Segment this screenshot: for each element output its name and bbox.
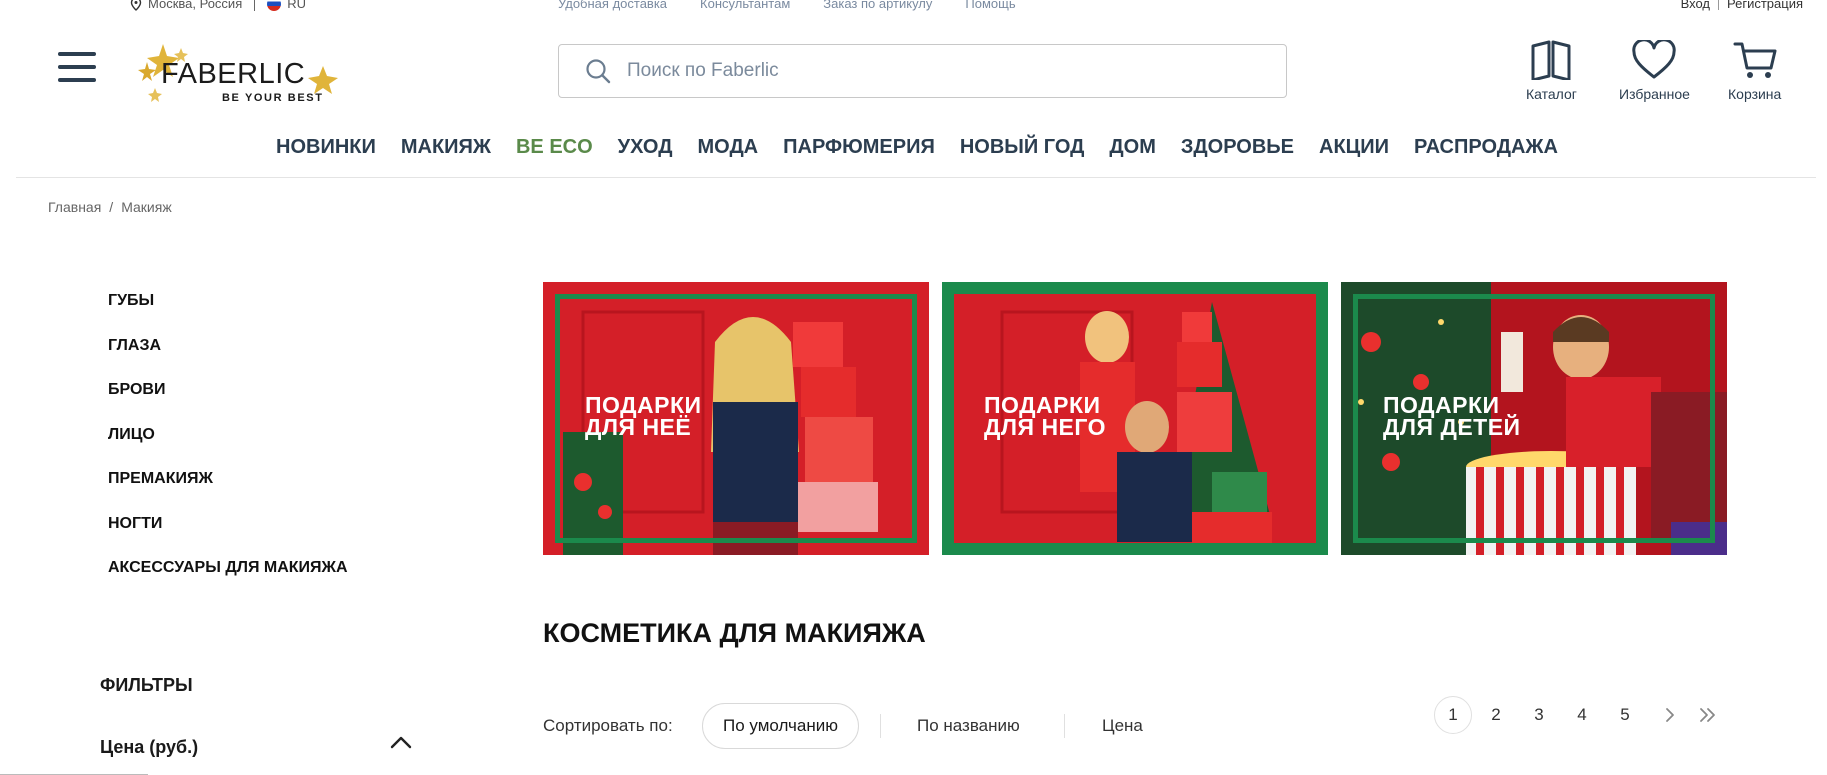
catalog-label: Каталог <box>1526 86 1577 102</box>
breadcrumb: Главная / Макияж <box>48 199 172 215</box>
nav-item-home[interactable]: ДОМ <box>1109 136 1155 159</box>
location-pin-icon <box>130 0 142 11</box>
sort-option-default[interactable]: По умолчанию <box>702 703 859 749</box>
language-label[interactable]: RU <box>287 0 306 11</box>
pagination-page-1[interactable]: 1 <box>1434 696 1472 734</box>
auth-links: Вход Регистрация <box>1681 0 1803 11</box>
catalog-button[interactable]: Каталог <box>1526 40 1577 102</box>
category-face[interactable]: ЛИЦО <box>108 426 348 471</box>
category-accessories[interactable]: АКСЕССУАРЫ ДЛЯ МАКИЯЖА <box>108 559 348 604</box>
logo-tagline: BE YOUR BEST <box>222 92 324 104</box>
favorites-button[interactable]: Избранное <box>1619 40 1690 102</box>
banner-line-1: ПОДАРКИ <box>585 392 702 418</box>
nav-item-new[interactable]: НОВИНКИ <box>276 136 376 159</box>
sort-divider <box>1064 714 1065 738</box>
banner-gifts-for-kids[interactable]: ПОДАРКИ ДЛЯ ДЕТЕЙ <box>1341 282 1727 555</box>
top-link-help[interactable]: Помощь <box>965 0 1015 11</box>
pagination-page-4[interactable]: 4 <box>1563 696 1601 734</box>
banner-text: ПОДАРКИ ДЛЯ НЕГО <box>984 392 1107 440</box>
top-link-order-by-sku[interactable]: Заказ по артикулу <box>823 0 932 11</box>
category-lips[interactable]: ГУБЫ <box>108 292 348 337</box>
favorites-label: Избранное <box>1619 86 1690 102</box>
shopping-cart-icon <box>1733 42 1777 78</box>
nav-item-care[interactable]: УХОД <box>618 136 673 159</box>
banner-line-2: ДЛЯ ДЕТЕЙ <box>1383 414 1521 440</box>
main-nav: НОВИНКИ МАКИЯЖ BE ECO УХОД МОДА ПАРФЮМЕР… <box>276 136 1583 159</box>
book-icon <box>1531 40 1571 80</box>
category-brows[interactable]: БРОВИ <box>108 381 348 426</box>
sort-option-price[interactable]: Цена <box>1102 716 1143 736</box>
banner-line-1: ПОДАРКИ <box>984 392 1101 418</box>
category-sidebar: ГУБЫ ГЛАЗА БРОВИ ЛИЦО ПРЕМАКИЯЖ НОГТИ АК… <box>108 292 348 604</box>
nav-item-perfume[interactable]: ПАРФЮМЕРИЯ <box>783 136 935 159</box>
heart-icon <box>1632 40 1677 79</box>
login-link[interactable]: Вход <box>1681 0 1710 11</box>
sort-divider <box>880 714 881 738</box>
nav-item-promotions[interactable]: АКЦИИ <box>1319 136 1389 159</box>
nav-item-health[interactable]: ЗДОРОВЬЕ <box>1181 136 1294 159</box>
logo-wordmark: FABERLIC <box>161 58 306 90</box>
page-title: КОСМЕТИКА ДЛЯ МАКИЯЖА <box>543 618 926 648</box>
nav-item-new-year[interactable]: НОВЫЙ ГОД <box>960 136 1085 159</box>
cart-button[interactable]: Корзина <box>1728 40 1781 102</box>
pagination-last[interactable] <box>1689 696 1727 734</box>
pagination-page-5[interactable]: 5 <box>1606 696 1644 734</box>
register-link[interactable]: Регистрация <box>1727 0 1803 11</box>
nav-item-makeup[interactable]: МАКИЯЖ <box>401 136 491 159</box>
pagination-page-2[interactable]: 2 <box>1477 696 1515 734</box>
top-link-delivery[interactable]: Удобная доставка <box>558 0 667 11</box>
banner-gifts-for-him[interactable]: ПОДАРКИ ДЛЯ НЕГО <box>942 282 1328 555</box>
chevron-right-icon <box>1666 708 1674 722</box>
banner-line-2: ДЛЯ НЕЁ <box>585 414 692 440</box>
top-links: Удобная доставка Консультантам Заказ по … <box>558 0 1016 11</box>
category-primer[interactable]: ПРЕМАКИЯЖ <box>108 470 348 515</box>
filters-title: ФИЛЬТРЫ <box>100 675 193 695</box>
nav-item-be-eco[interactable]: BE ECO <box>516 136 593 159</box>
banner-line-2: ДЛЯ НЕГО <box>984 414 1107 440</box>
nav-item-fashion[interactable]: МОДА <box>697 136 758 159</box>
pagination-page-3[interactable]: 3 <box>1520 696 1558 734</box>
pagination-next[interactable] <box>1651 696 1689 734</box>
cart-label: Корзина <box>1728 86 1782 102</box>
category-nails[interactable]: НОГТИ <box>108 515 348 560</box>
breadcrumb-home[interactable]: Главная <box>48 199 101 215</box>
faberlic-logo[interactable]: FABERLIC BE YOUR BEST <box>133 42 343 106</box>
sort-option-name[interactable]: По названию <box>917 716 1020 736</box>
search-input[interactable] <box>625 59 1229 83</box>
chevron-up-icon[interactable] <box>390 735 412 749</box>
nav-divider <box>16 177 1816 178</box>
nav-item-sale[interactable]: РАСПРОДАЖА <box>1414 136 1558 159</box>
breadcrumb-current: Макияж <box>121 199 172 215</box>
category-eyes[interactable]: ГЛАЗА <box>108 337 348 382</box>
banner-text: ПОДАРКИ ДЛЯ ДЕТЕЙ <box>1383 392 1521 440</box>
search-icon[interactable] <box>585 58 611 84</box>
price-filter-title[interactable]: Цена (руб.) <box>100 737 198 758</box>
sort-label: Сортировать по: <box>543 716 673 735</box>
banner-line-1: ПОДАРКИ <box>1383 392 1500 418</box>
search-bar <box>558 44 1287 98</box>
double-chevron-right-icon <box>1700 708 1715 722</box>
divider <box>254 0 256 11</box>
menu-hamburger-icon[interactable] <box>58 52 96 86</box>
location-text: Москва, Россия <box>148 0 243 11</box>
top-link-consultants[interactable]: Консультантам <box>700 0 790 11</box>
breadcrumb-separator: / <box>109 199 114 215</box>
top-utility-bar: Москва, Россия RU Удобная доставка Консу… <box>0 0 1827 14</box>
banner-text: ПОДАРКИ ДЛЯ НЕЁ <box>585 392 702 440</box>
russia-flag-icon <box>267 0 282 11</box>
divider <box>1718 0 1719 10</box>
banner-gifts-for-her[interactable]: ПОДАРКИ ДЛЯ НЕЁ <box>543 282 929 555</box>
location-selector[interactable]: Москва, Россия RU <box>130 0 306 11</box>
